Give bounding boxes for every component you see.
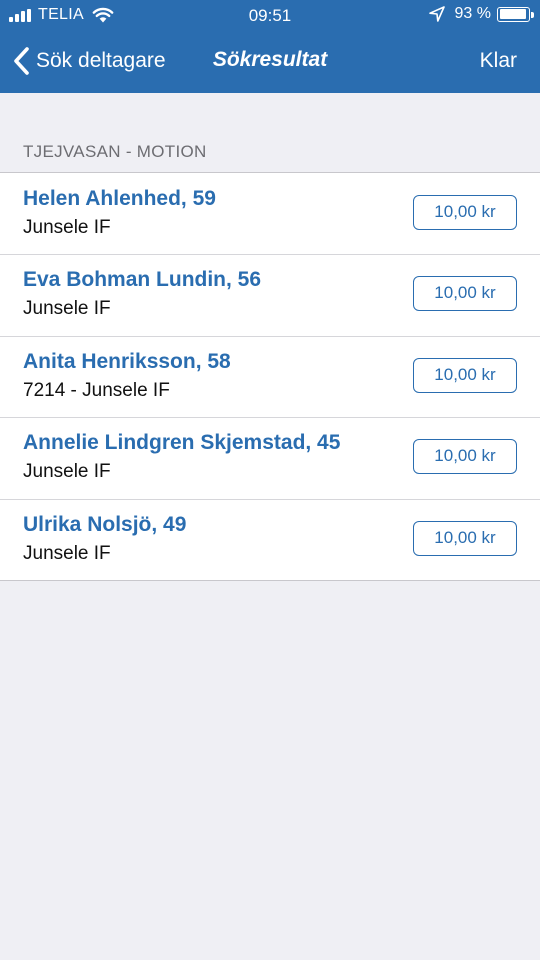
- participant-club: Junsele IF: [23, 298, 111, 320]
- participant-club: Junsele IF: [23, 542, 111, 564]
- battery-tip: [531, 11, 534, 18]
- participant-club: Junsele IF: [23, 461, 111, 483]
- back-button-label: Sök deltagare: [36, 49, 166, 72]
- result-row[interactable]: Helen Ahlenhed, 59 Junsele IF 10,00 kr: [0, 173, 540, 254]
- location-arrow-icon: [428, 6, 445, 22]
- participant-club: Junsele IF: [23, 217, 111, 238]
- back-button[interactable]: Sök deltagare: [12, 44, 166, 78]
- chevron-left-icon: [14, 47, 29, 75]
- status-right: 93 %: [428, 5, 534, 23]
- participant-name: Helen Ahlenhed, 59: [23, 187, 216, 210]
- participant-name: Ulrika Nolsjö, 49: [23, 512, 187, 536]
- price-button[interactable]: 10,00 kr: [413, 195, 517, 230]
- price-button[interactable]: 10,00 kr: [413, 520, 517, 556]
- result-row[interactable]: Anita Henriksson, 58 7214 - Junsele IF 1…: [0, 335, 540, 417]
- section-header: TJEJVASAN - MOTION: [23, 142, 207, 161]
- result-row[interactable]: Eva Bohman Lundin, 56 Junsele IF 10,00 k…: [0, 254, 540, 335]
- done-button[interactable]: Klar: [480, 49, 517, 73]
- result-row[interactable]: Ulrika Nolsjö, 49 Junsele IF 10,00 kr: [0, 498, 540, 580]
- app-header: TELIA 09:51 93 % Sök deltagare Sökresult…: [0, 0, 540, 93]
- price-button[interactable]: 10,00 kr: [413, 276, 517, 312]
- battery-level-fill: [499, 9, 526, 19]
- participant-club: 7214 - Junsele IF: [23, 379, 170, 401]
- status-bar: TELIA 09:51 93 %: [0, 0, 540, 32]
- price-button[interactable]: 10,00 kr: [413, 439, 517, 475]
- result-row[interactable]: Annelie Lindgren Skjemstad, 45 Junsele I…: [0, 417, 540, 498]
- participant-name: Eva Bohman Lundin, 56: [23, 268, 262, 292]
- navigation-bar: Sök deltagare Sökresultat Klar: [0, 32, 540, 93]
- results-list: Helen Ahlenhed, 59 Junsele IF 10,00 kr E…: [0, 172, 540, 581]
- battery-icon: [497, 6, 534, 22]
- price-button[interactable]: 10,00 kr: [413, 357, 517, 393]
- battery-percent: 93 %: [454, 5, 491, 22]
- participant-name: Annelie Lindgren Skjemstad, 45: [23, 431, 341, 455]
- participant-name: Anita Henriksson, 58: [23, 349, 231, 373]
